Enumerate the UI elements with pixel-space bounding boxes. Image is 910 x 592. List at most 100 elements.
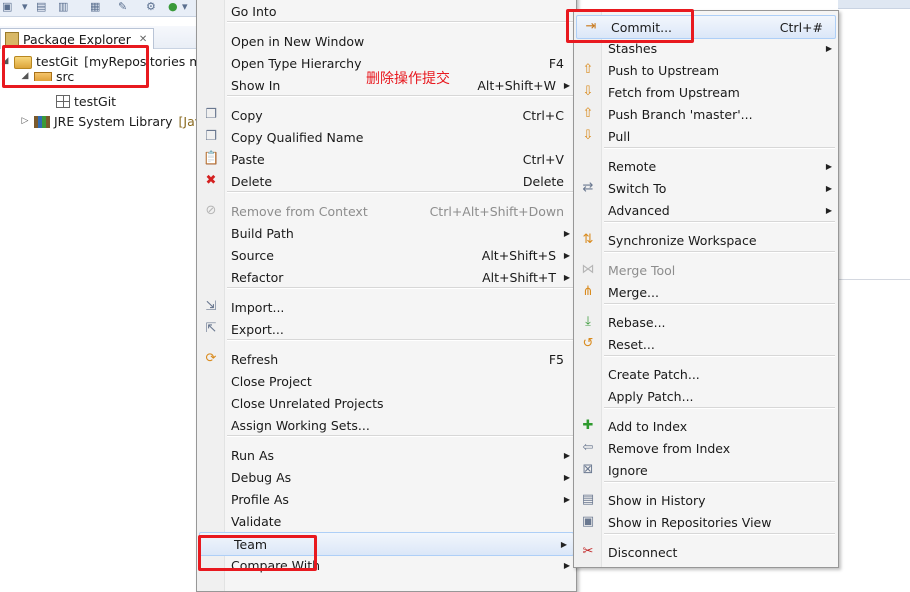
menu-item-label: Assign Working Sets... xyxy=(231,417,370,433)
menu-item-label: Refactor xyxy=(231,269,284,285)
tree-item-src[interactable]: ◢ src xyxy=(20,71,74,81)
menu-item-label: Disconnect xyxy=(608,544,678,560)
menu-item-create-patch[interactable]: Create Patch... xyxy=(574,363,838,385)
menu-item-copy[interactable]: ❐ Copy Ctrl+C xyxy=(197,104,576,126)
menu-item-compare-with[interactable]: Compare With ▶ xyxy=(197,554,576,576)
team-submenu: ⇥ Commit... Ctrl+# Stashes ▶ ⇧ Push to Upstrea… xyxy=(573,10,839,568)
expand-icon[interactable]: ▷ xyxy=(20,116,30,126)
menu-item-reset[interactable]: ↺ Reset... xyxy=(574,333,838,355)
menu-separator xyxy=(604,303,835,305)
menu-item-label: Profile As xyxy=(231,491,289,507)
package-explorer-tree: ◢ testGit [myRepositories ma ◢ src testG… xyxy=(0,48,196,579)
menu-item-label: Show In xyxy=(231,77,281,93)
pull-icon: ⇩ xyxy=(582,128,594,143)
menu-item-team[interactable]: Team ▶ xyxy=(199,532,574,556)
menu-item-fetch-from-upstream[interactable]: ⇩ Fetch from Upstream xyxy=(574,81,838,103)
menu-item-delete[interactable]: ✖ Delete Delete xyxy=(197,170,576,192)
synchronize-icon: ⇅ xyxy=(582,232,594,247)
submenu-arrow-icon: ▶ xyxy=(563,494,570,504)
menu-item-remove-from-index[interactable]: ⇦ Remove from Index xyxy=(574,437,838,459)
library-decoration: [Java xyxy=(178,113,196,129)
ignore-icon: ⊠ xyxy=(582,462,594,477)
collapse-icon[interactable]: ◢ xyxy=(0,56,10,66)
menu-separator xyxy=(604,355,835,357)
menu-item-label: Paste xyxy=(231,151,265,167)
menu-item-label: Show in Repositories View xyxy=(608,514,772,530)
save-all-icon[interactable]: ▥ xyxy=(58,1,68,13)
menu-item-stashes[interactable]: Stashes ▶ xyxy=(574,37,838,59)
switch-icon: ⇄ xyxy=(582,180,594,195)
tree-item-project[interactable]: ◢ testGit [myRepositories ma xyxy=(0,51,196,71)
menu-item-profile-as[interactable]: Profile As ▶ xyxy=(197,488,576,510)
new-icon[interactable]: ▣ xyxy=(2,1,12,13)
build-icon[interactable]: ⚙ xyxy=(146,1,156,13)
menu-item-disconnect[interactable]: ✂ Disconnect xyxy=(574,541,838,563)
history-icon: ▤ xyxy=(581,492,595,507)
close-icon[interactable]: ✕ xyxy=(139,34,147,45)
add-index-icon: ✚ xyxy=(582,418,594,433)
menu-item-validate[interactable]: Validate xyxy=(197,510,576,532)
menu-item-commit[interactable]: ⇥ Commit... Ctrl+# xyxy=(576,15,836,39)
menu-item-synchronize-workspace[interactable]: ⇅ Synchronize Workspace xyxy=(574,229,838,251)
menu-separator xyxy=(227,95,573,97)
menu-item-label: Synchronize Workspace xyxy=(608,232,757,248)
copy-icon: ❐ xyxy=(205,107,217,122)
menu-item-build-path[interactable]: Build Path ▶ xyxy=(197,222,576,244)
menu-item-source[interactable]: Source Alt+Shift+S ▶ xyxy=(197,244,576,266)
remove-context-icon: ⊘ xyxy=(205,203,217,218)
print-icon[interactable]: ▦ xyxy=(90,1,100,13)
menu-item-rebase[interactable]: ⤓ Rebase... xyxy=(574,311,838,333)
menu-item-show-in-history[interactable]: ▤ Show in History xyxy=(574,489,838,511)
menu-item-label: Push Branch 'master'... xyxy=(608,106,753,122)
menu-item-run-as[interactable]: Run As ▶ xyxy=(197,444,576,466)
tab-package-explorer[interactable]: Package Explorer ✕ xyxy=(0,28,155,49)
menu-separator xyxy=(604,251,835,253)
menu-item-paste[interactable]: 📋 Paste Ctrl+V xyxy=(197,148,576,170)
export-icon: ⇱ xyxy=(205,321,217,336)
menu-item-switch-to[interactable]: ⇄ Switch To ▶ xyxy=(574,177,838,199)
menu-item-label: Debug As xyxy=(231,469,292,485)
menu-item-merge[interactable]: ⋔ Merge... xyxy=(574,281,838,303)
menu-item-close-unrelated-projects[interactable]: Close Unrelated Projects xyxy=(197,392,576,414)
menu-item-label: Stashes xyxy=(608,40,658,56)
menu-item-copy-qualified-name[interactable]: ❐ Copy Qualified Name xyxy=(197,126,576,148)
menu-item-open-in-new-window[interactable]: Open in New Window xyxy=(197,30,576,52)
tree-item-library[interactable]: ▷ JRE System Library [Java xyxy=(20,111,196,131)
reset-icon: ↺ xyxy=(582,336,594,351)
menu-item-go-into[interactable]: Go Into xyxy=(197,0,576,22)
submenu-arrow-icon: ▶ xyxy=(563,228,570,238)
menu-item-remote[interactable]: Remote ▶ xyxy=(574,155,838,177)
package-name: testGit xyxy=(74,93,117,109)
menu-item-refactor[interactable]: Refactor Alt+Shift+T ▶ xyxy=(197,266,576,288)
menu-item-add-to-index[interactable]: ✚ Add to Index xyxy=(574,415,838,437)
run-dropdown-icon[interactable]: ▾ xyxy=(182,1,188,13)
save-icon[interactable]: ▤ xyxy=(36,1,46,13)
menu-item-ignore[interactable]: ⊠ Ignore xyxy=(574,459,838,481)
menu-item-label: Remote xyxy=(608,158,657,174)
editor-divider xyxy=(838,279,910,280)
menu-item-assign-working-sets[interactable]: Assign Working Sets... xyxy=(197,414,576,436)
project-decoration: [myRepositories ma xyxy=(84,53,196,69)
dropdown-icon[interactable]: ▾ xyxy=(22,1,28,13)
menu-item-import[interactable]: ⇲ Import... xyxy=(197,296,576,318)
menu-item-accelerator: Ctrl+C xyxy=(522,107,564,123)
tree-item-package[interactable]: testGit xyxy=(52,91,116,111)
menu-item-close-project[interactable]: Close Project xyxy=(197,370,576,392)
menu-item-label: Add to Index xyxy=(608,418,688,434)
menu-item-accelerator: Delete xyxy=(522,173,564,189)
collapse-icon[interactable]: ◢ xyxy=(20,71,30,81)
menu-item-refresh[interactable]: ⟳ Refresh F5 xyxy=(197,348,576,370)
menu-item-debug-as[interactable]: Debug As ▶ xyxy=(197,466,576,488)
menu-item-export[interactable]: ⇱ Export... xyxy=(197,318,576,340)
menu-item-show-in-repositories-view[interactable]: ▣ Show in Repositories View xyxy=(574,511,838,533)
menu-item-label: Show in History xyxy=(608,492,706,508)
push-icon: ⇧ xyxy=(582,62,594,77)
menu-item-pull[interactable]: ⇩ Pull xyxy=(574,125,838,147)
menu-item-label: Create Patch... xyxy=(608,366,700,382)
run-icon[interactable]: ● xyxy=(168,1,178,13)
search-icon[interactable]: ✎ xyxy=(118,1,127,13)
menu-item-advanced[interactable]: Advanced ▶ xyxy=(574,199,838,221)
menu-item-push-to-upstream[interactable]: ⇧ Push to Upstream xyxy=(574,59,838,81)
menu-item-apply-patch[interactable]: Apply Patch... xyxy=(574,385,838,407)
menu-item-push-branch-master[interactable]: ⇧ Push Branch 'master'... xyxy=(574,103,838,125)
